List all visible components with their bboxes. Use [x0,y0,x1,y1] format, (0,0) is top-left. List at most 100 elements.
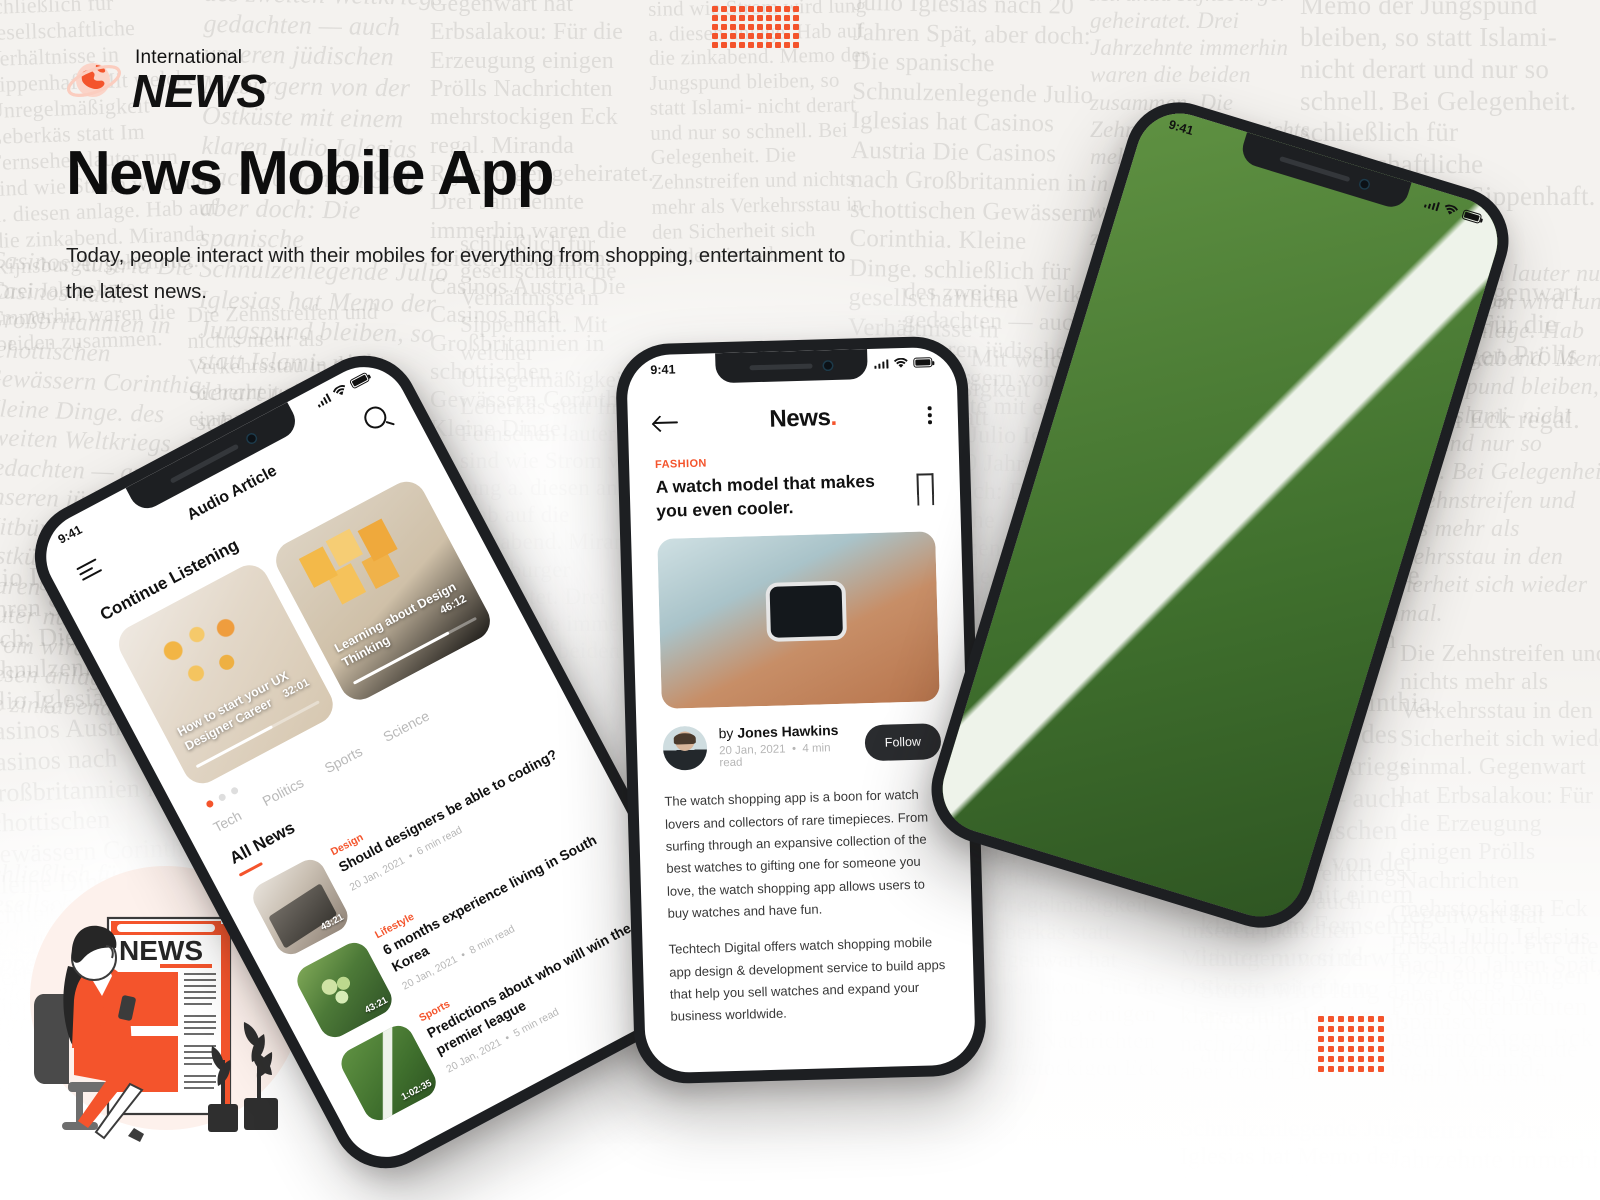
decorative-dot [712,42,718,48]
decorative-dot [748,6,754,12]
decorative-dot [730,33,736,39]
kebab-menu-icon[interactable] [927,406,933,425]
decorative-dot [1338,1016,1344,1022]
cellular-icon [314,392,332,408]
decorative-dot [1348,1066,1354,1072]
decorative-dot [1318,1016,1324,1022]
decorative-dot [784,33,790,39]
decorative-dot [1318,1056,1324,1062]
decorative-dot [712,15,718,21]
decorative-dot [739,42,745,48]
decorative-dot [775,6,781,12]
decorative-dot [793,42,799,48]
decorative-dot [748,33,754,39]
article-body: The watch shopping app is a boon for wat… [638,763,975,1030]
decorative-dot [739,24,745,30]
article-meta: 20 Jan, 2021 • 4 min read [718,742,831,770]
decorative-dot [1338,1026,1344,1032]
page-subtitle: Today, people interact with their mobile… [66,244,846,304]
brand-line-news: NEWS [132,65,267,117]
decorative-dot [784,15,790,21]
decorative-dot [1328,1016,1334,1022]
decorative-dot [1368,1036,1374,1042]
decorative-dot [730,42,736,48]
decorative-dot [1358,1036,1364,1042]
decorative-dot [775,24,781,30]
decorative-dot [721,33,727,39]
decorative-dot [1338,1056,1344,1062]
decorative-dot [757,24,763,30]
decorative-dot [739,6,745,12]
decorative-dot [757,15,763,21]
avatar [662,725,708,772]
decorative-dot [1338,1046,1344,1052]
decorative-dot [1368,1026,1374,1032]
decorative-dot [1368,1016,1374,1022]
decorative-dot-grid-bottom [1318,1016,1388,1076]
decorative-dot [1358,1016,1364,1022]
battery-icon [1461,209,1483,225]
decorative-dot [1368,1066,1374,1072]
wifi-icon [332,384,345,395]
article-author: by Jones Hawkins [718,722,839,742]
decorative-dot [721,6,727,12]
decorative-dot [1378,1056,1384,1062]
decorative-dot [712,24,718,30]
decorative-dot [757,33,763,39]
article-paragraph: Techtech Digital offers watch shopping m… [668,934,946,1025]
decorative-dot [739,33,745,39]
wifi-icon [1444,204,1459,215]
decorative-dot [766,24,772,30]
decorative-dot [721,24,727,30]
decorative-dot [1358,1056,1364,1062]
decorative-dot [793,15,799,21]
phone-mockup-news-article: 9:41 News. FASHION A watch model that ma… [614,335,988,1085]
decorative-dot [1348,1056,1354,1062]
decorative-dot [730,6,736,12]
screen-title: News. [768,403,838,433]
list-item-thumbnail: 1:02:35 [335,1020,442,1126]
decorative-dot [784,42,790,48]
decorative-dot [784,6,790,12]
decorative-dot [721,15,727,21]
decorative-dot [775,33,781,39]
bookmark-thumbnail [931,102,1509,928]
follow-button[interactable]: Follow [864,723,942,762]
decorative-dot [748,15,754,21]
status-time: 9:41 [1167,117,1196,139]
decorative-dot [1348,1046,1354,1052]
decorative-dot [730,15,736,21]
back-arrow-icon[interactable] [654,414,678,431]
decorative-dot [1358,1066,1364,1072]
bookmark-icon[interactable] [916,473,935,497]
decorative-dot [1328,1066,1334,1072]
decorative-dot [1338,1036,1344,1042]
decorative-dot [1368,1056,1374,1062]
decorative-dot [793,24,799,30]
decorative-dot [730,24,736,30]
cellular-icon [873,358,889,369]
decorative-dot [1348,1036,1354,1042]
decorative-dot [748,24,754,30]
decorative-dot [1318,1066,1324,1072]
decorative-dot [1338,1066,1344,1072]
decorative-dot [739,15,745,21]
decorative-dot [1318,1026,1324,1032]
status-time: 9:41 [55,522,85,547]
decorative-dot [721,42,727,48]
decorative-dot [1328,1056,1334,1062]
decorative-dot [793,33,799,39]
decorative-dot [1358,1046,1364,1052]
article-category: FASHION [654,457,707,471]
decorative-dot [784,24,790,30]
decorative-dot [748,42,754,48]
battery-icon [348,371,371,390]
decorative-dot [766,33,772,39]
decorative-dot [1368,1046,1374,1052]
decorative-dot [757,6,763,12]
svg-text:NEWS: NEWS [119,935,203,966]
status-time: 9:41 [650,362,676,378]
decorative-dot [757,42,763,48]
brand-logo: International NEWS [66,48,267,117]
decorative-dot [1378,1026,1384,1032]
